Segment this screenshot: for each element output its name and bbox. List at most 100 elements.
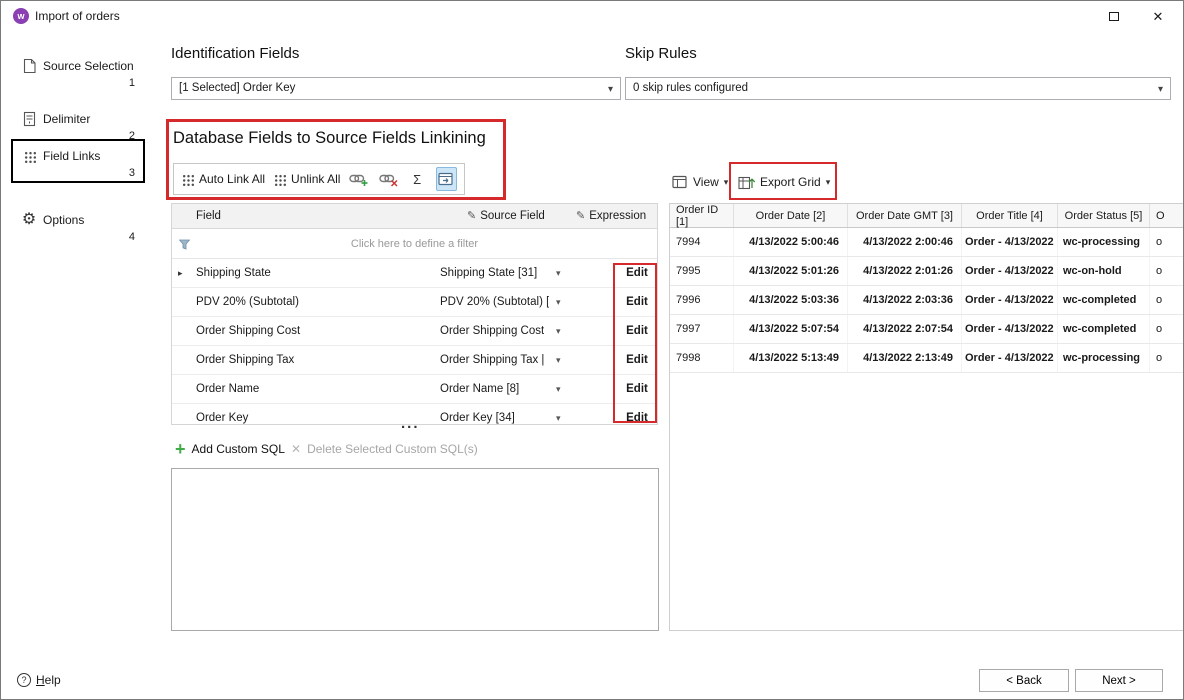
edit-button[interactable]: Edit <box>612 412 658 424</box>
step-label: Source Selection <box>43 59 134 73</box>
chevron-down-icon[interactable]: ▾ <box>556 413 561 424</box>
custom-sql-textarea[interactable] <box>171 468 659 631</box>
linking-panel-heading: Database Fields to Source Fields Linkini… <box>173 129 486 148</box>
filter-row[interactable]: Click here to define a filter <box>172 229 657 259</box>
add-custom-sql-button[interactable]: + Add Custom SQL <box>175 441 285 457</box>
column-header-partial[interactable]: O <box>1150 204 1183 227</box>
help-link[interactable]: ? Help <box>17 673 61 687</box>
field-cell: Order Key <box>196 412 248 424</box>
cell-order-date-gmt: 4/13/2022 2:07:54 <box>848 315 962 343</box>
table-row[interactable]: Order Name Order Name [8] ▾ Edit <box>172 375 657 404</box>
edit-button[interactable]: Edit <box>612 383 658 395</box>
chevron-down-icon[interactable]: ▾ <box>556 355 561 366</box>
table-row[interactable]: ▸ Shipping State Shipping State [31] ▾ E… <box>172 259 657 288</box>
add-link-button[interactable] <box>348 167 369 191</box>
chevron-down-icon: ▾ <box>1158 79 1163 100</box>
chevron-down-icon: ▾ <box>724 177 729 188</box>
cell-order-status: wc-completed <box>1058 315 1150 343</box>
cell-order-date: 4/13/2022 5:01:26 <box>734 257 848 285</box>
step-number: 1 <box>129 77 135 89</box>
table-row[interactable]: PDV 20% (Subtotal) PDV 20% (Subtotal) [ … <box>172 288 657 317</box>
edit-button[interactable]: Edit <box>612 325 658 337</box>
grid-row[interactable]: 7998 4/13/2022 5:13:49 4/13/2022 2:13:49… <box>670 344 1183 373</box>
unlink-all-button[interactable]: Unlink All <box>273 172 340 186</box>
export-grid-button[interactable]: Export Grid ▾ <box>738 169 830 195</box>
identification-fields-dropdown[interactable]: [1 Selected] Order Key ▾ <box>171 77 621 100</box>
unlink-icon <box>273 173 286 186</box>
delete-x-icon: ✕ <box>291 442 301 456</box>
pencil-icon: ✎ <box>576 210 585 223</box>
column-header-field[interactable]: Field <box>196 210 221 222</box>
source-field-cell[interactable]: Shipping State [31] <box>440 267 537 279</box>
export-grid-icon <box>738 175 755 190</box>
field-links-icon <box>20 147 38 165</box>
cell-order-date-gmt: 4/13/2022 2:03:36 <box>848 286 962 314</box>
edit-button[interactable]: Edit <box>612 296 658 308</box>
source-field-cell[interactable]: Order Name [8] <box>440 383 519 395</box>
edit-button[interactable]: Edit <box>612 354 658 366</box>
source-field-cell[interactable]: Order Shipping Tax | <box>440 354 544 366</box>
chevron-down-icon[interactable]: ▾ <box>556 326 561 337</box>
cell-order-status: wc-completed <box>1058 286 1150 314</box>
step-label: Field Links <box>43 149 100 163</box>
remove-link-button[interactable] <box>378 167 399 191</box>
column-header-source-field[interactable]: ✎ Source Field <box>467 210 545 223</box>
column-header-order-date-gmt[interactable]: Order Date GMT [3] <box>848 204 962 227</box>
cell-order-id: 7998 <box>670 344 734 372</box>
auto-link-all-button[interactable]: Auto Link All <box>181 172 265 186</box>
chevron-down-icon[interactable]: ▾ <box>556 268 561 279</box>
cell-order-date-gmt: 4/13/2022 2:13:49 <box>848 344 962 372</box>
table-row[interactable]: Order Shipping Tax Order Shipping Tax | … <box>172 346 657 375</box>
grid-header: Order ID [1] Order Date [2] Order Date G… <box>670 204 1183 228</box>
field-cell: Order Shipping Cost <box>196 325 300 337</box>
delete-custom-sql-button[interactable]: ✕ Delete Selected Custom SQL(s) <box>291 442 478 456</box>
step-number: 4 <box>129 231 135 243</box>
column-header-order-status[interactable]: Order Status [5] <box>1058 204 1150 227</box>
skip-rules-dropdown[interactable]: 0 skip rules configured ▾ <box>625 77 1171 100</box>
cell-order-title: Order - 4/13/2022 <box>962 344 1058 372</box>
source-field-cell[interactable]: Order Shipping Cost <box>440 325 544 337</box>
column-header-order-title[interactable]: Order Title [4] <box>962 204 1058 227</box>
column-header-order-id[interactable]: Order ID [1] <box>670 204 734 227</box>
skip-rules-value: 0 skip rules configured <box>633 82 748 94</box>
close-button[interactable]: ✕ <box>1135 2 1181 31</box>
identification-fields-value: [1 Selected] Order Key <box>179 82 295 94</box>
sidebar-item-options[interactable]: ⚙ Options 4 <box>11 203 145 247</box>
titlebar: w Import of orders ✕ <box>1 1 1183 31</box>
cell-partial: o <box>1150 228 1183 256</box>
edit-button[interactable]: Edit <box>612 267 658 279</box>
view-button[interactable]: View ▾ <box>672 169 728 195</box>
cell-order-title: Order - 4/13/2022 <box>962 228 1058 256</box>
expand-arrow-icon[interactable]: ▸ <box>178 268 183 279</box>
plus-icon: + <box>175 441 186 457</box>
source-field-cell[interactable]: PDV 20% (Subtotal) [ <box>440 296 549 308</box>
table-resize-handle[interactable]: ... <box>401 415 420 432</box>
grid-row[interactable]: 7996 4/13/2022 5:03:36 4/13/2022 2:03:36… <box>670 286 1183 315</box>
field-cell: PDV 20% (Subtotal) <box>196 296 299 308</box>
column-header-order-date[interactable]: Order Date [2] <box>734 204 848 227</box>
show-preview-toggle[interactable] <box>436 167 457 191</box>
chevron-down-icon[interactable]: ▾ <box>556 384 561 395</box>
auto-link-icon <box>181 173 194 186</box>
expression-sigma-button[interactable]: Σ <box>407 167 428 191</box>
view-icon <box>672 175 688 189</box>
column-header-expression[interactable]: ✎ Expression <box>576 210 646 223</box>
link-remove-icon <box>379 171 398 187</box>
help-icon: ? <box>17 673 31 687</box>
table-row[interactable]: Order Shipping Cost Order Shipping Cost … <box>172 317 657 346</box>
grid-row[interactable]: 7997 4/13/2022 5:07:54 4/13/2022 2:07:54… <box>670 315 1183 344</box>
sidebar-item-source-selection[interactable]: Source Selection 1 <box>11 49 145 93</box>
cell-order-date: 4/13/2022 5:03:36 <box>734 286 848 314</box>
delimiter-icon <box>20 110 38 128</box>
grid-row[interactable]: 7994 4/13/2022 5:00:46 4/13/2022 2:00:46… <box>670 228 1183 257</box>
maximize-button[interactable] <box>1091 2 1137 31</box>
grid-row[interactable]: 7995 4/13/2022 5:01:26 4/13/2022 2:01:26… <box>670 257 1183 286</box>
source-field-cell[interactable]: Order Key [34] <box>440 412 515 424</box>
chevron-down-icon[interactable]: ▾ <box>556 297 561 308</box>
next-button[interactable]: Next > <box>1075 669 1163 692</box>
preview-grid: Order ID [1] Order Date [2] Order Date G… <box>669 203 1184 631</box>
cell-order-status: wc-on-hold <box>1058 257 1150 285</box>
field-cell: Shipping State <box>196 267 271 279</box>
sidebar-item-field-links[interactable]: Field Links 3 <box>11 139 145 183</box>
back-button[interactable]: < Back <box>979 669 1069 692</box>
